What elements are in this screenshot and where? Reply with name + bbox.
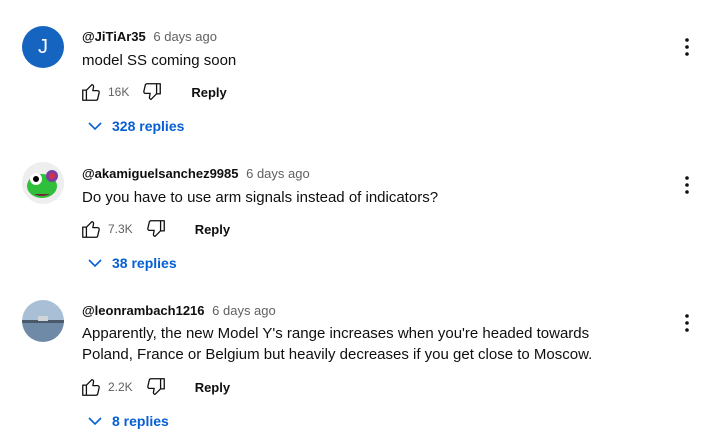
avatar-letter: J (38, 35, 48, 58)
comment-actions: 16K Reply (80, 80, 227, 104)
thumbs-up-icon[interactable] (80, 376, 102, 398)
comment-header: @leonrambach1216 6 days ago (82, 303, 276, 318)
like-count: 16K (108, 85, 130, 99)
comment-actions: 7.3K Reply (80, 217, 230, 241)
avatar[interactable] (22, 162, 64, 204)
avatar-image (22, 300, 64, 342)
thumbs-up-icon[interactable] (80, 81, 102, 103)
reply-button[interactable]: Reply (191, 85, 226, 100)
author-name[interactable]: @JiTiAr35 (82, 29, 146, 44)
chevron-down-icon (88, 417, 102, 426)
thumbs-down-icon[interactable] (141, 81, 163, 103)
avatar-image (22, 162, 64, 204)
reply-button[interactable]: Reply (195, 380, 230, 395)
view-replies-button[interactable]: 328 replies (88, 118, 184, 134)
comment-actions: 2.2K Reply (80, 375, 230, 399)
author-name[interactable]: @akamiguelsanchez9985 (82, 166, 238, 181)
timestamp[interactable]: 6 days ago (246, 166, 310, 181)
comment-text: Apparently, the new Model Y's range incr… (82, 325, 593, 363)
timestamp[interactable]: 6 days ago (153, 29, 217, 44)
replies-count: 38 replies (112, 255, 177, 271)
chevron-down-icon (88, 259, 102, 268)
more-options-icon[interactable] (680, 312, 694, 334)
avatar[interactable]: J (22, 26, 64, 68)
thumbs-up-icon[interactable] (80, 218, 102, 240)
thumbs-down-icon[interactable] (145, 218, 167, 240)
comment-text: Do you have to use arm signals instead o… (82, 189, 439, 206)
avatar[interactable] (22, 300, 64, 342)
timestamp[interactable]: 6 days ago (212, 303, 276, 318)
thumbs-down-icon[interactable] (145, 376, 167, 398)
more-options-icon[interactable] (680, 36, 694, 58)
more-options-icon[interactable] (680, 174, 694, 196)
comment-header: @JiTiAr35 6 days ago (82, 29, 217, 44)
comment-text: model SS coming soon (82, 52, 237, 69)
comment-header: @akamiguelsanchez9985 6 days ago (82, 166, 310, 181)
view-replies-button[interactable]: 38 replies (88, 255, 177, 271)
like-count: 2.2K (108, 380, 133, 394)
view-replies-button[interactable]: 8 replies (88, 413, 169, 429)
replies-count: 328 replies (112, 118, 185, 134)
reply-button[interactable]: Reply (195, 222, 230, 237)
replies-count: 8 replies (112, 413, 169, 429)
like-count: 7.3K (108, 222, 133, 236)
author-name[interactable]: @leonrambach1216 (82, 303, 205, 318)
chevron-down-icon (88, 122, 102, 131)
